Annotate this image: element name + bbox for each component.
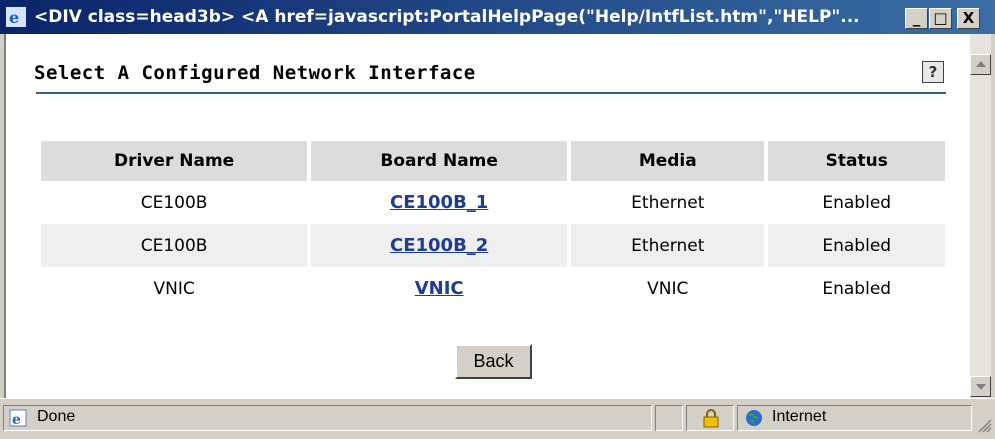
title-bar[interactable]: e <DIV class=head3b> <A href=javascript:… — [0, 0, 995, 34]
lock-icon — [703, 409, 719, 428]
board-name-cell: CE100B_1 — [309, 181, 572, 224]
status-zone-panel: Internet — [737, 405, 972, 431]
table-row: CE100B CE100B_2 Ethernet Enabled — [41, 224, 945, 267]
help-icon[interactable]: ? — [922, 61, 944, 83]
column-header-status: Status — [766, 141, 945, 181]
globe-icon — [746, 410, 762, 426]
media-cell: Ethernet — [569, 224, 769, 267]
minimize-button[interactable]: _ — [905, 8, 928, 29]
back-button[interactable]: Back — [455, 344, 532, 379]
driver-name-cell: CE100B — [41, 224, 312, 267]
board-link[interactable]: VNIC — [415, 278, 464, 299]
page-done-icon: e — [9, 409, 27, 427]
board-link[interactable]: CE100B_2 — [390, 235, 488, 256]
column-header-board-name: Board Name — [309, 141, 572, 181]
browser-window: e <DIV class=head3b> <A href=javascript:… — [0, 0, 995, 439]
status-cell: Enabled — [766, 224, 945, 267]
status-cell: Enabled — [822, 192, 892, 213]
page-title: Select A Configured Network Interface — [34, 62, 476, 84]
status-security-panel[interactable] — [686, 405, 734, 431]
status-bar: e Done Internet — [0, 398, 995, 439]
svg-text:e: e — [9, 8, 19, 27]
column-header-driver-name: Driver Name — [41, 141, 312, 181]
arrow-down-icon — [976, 384, 986, 390]
interface-table: Driver Name Board Name Media Status CE10… — [41, 141, 945, 310]
driver-name-cell: VNIC — [41, 267, 312, 310]
board-name-cell: VNIC — [309, 267, 572, 310]
internet-explorer-icon: e — [6, 7, 26, 27]
column-header-media: Media — [569, 141, 769, 181]
table-row: CE100B CE100B_1 Ethernet Enabled — [41, 181, 945, 224]
driver-name-cell: CE100B — [41, 181, 312, 224]
status-main-panel: e Done — [3, 405, 652, 431]
table-row: VNIC VNIC VNIC Enabled — [41, 267, 945, 310]
table-header-row: Driver Name Board Name Media Status — [41, 141, 945, 181]
arrow-up-icon — [976, 61, 986, 67]
board-link[interactable]: CE100B_1 — [390, 192, 488, 213]
status-text: Done — [37, 408, 76, 425]
title-divider — [36, 92, 946, 94]
vertical-scrollbar[interactable] — [970, 34, 991, 398]
close-button[interactable]: X — [957, 8, 980, 29]
media-cell: VNIC — [569, 267, 769, 310]
window-title: <DIV class=head3b> <A href=javascript:Po… — [34, 7, 860, 27]
maximize-button[interactable]: □ — [929, 8, 952, 29]
svg-text:e: e — [12, 412, 21, 427]
media-cell: Ethernet — [569, 181, 769, 224]
scroll-up-button[interactable] — [970, 54, 991, 75]
status-cell: Enabled — [822, 278, 892, 299]
board-name-cell: CE100B_2 — [309, 224, 572, 267]
resize-grip-icon[interactable] — [976, 417, 992, 433]
status-progress-panel — [655, 405, 683, 431]
scroll-down-button[interactable] — [970, 376, 991, 397]
zone-text: Internet — [772, 408, 827, 425]
